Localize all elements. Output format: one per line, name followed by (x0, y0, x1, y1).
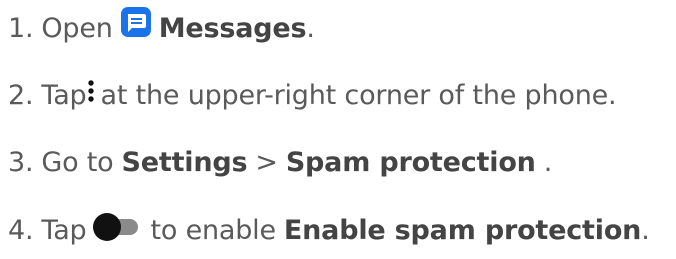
step-punctuation: . (543, 146, 553, 178)
step-number: 2. (8, 79, 34, 111)
path-separator: > (255, 146, 278, 178)
step-4: 4. Tap to enable Enable spam protection … (8, 206, 650, 254)
step-2: 2. Tap at the upper-right corner of the … (8, 71, 617, 119)
step-text: Go to (41, 146, 114, 178)
step-text-after: at the upper-right corner of the phone. (100, 79, 617, 111)
step-text: Open (41, 12, 113, 44)
step-punctuation: . (306, 12, 315, 44)
step-punctuation: . (641, 214, 650, 246)
step-text-middle: to enable (150, 214, 276, 246)
step-1: 1. Open Messages . (8, 4, 315, 52)
step-text: Tap (41, 214, 87, 246)
spam-protection-label: Spam protection (285, 146, 536, 178)
step-3: 3. Go to Settings > Spam protection . (8, 138, 552, 186)
more-options-icon (88, 77, 95, 105)
step-number: 1. (8, 12, 34, 44)
messages-app-icon (120, 7, 151, 37)
enable-spam-protection-label: Enable spam protection (283, 214, 642, 246)
step-number: 4. (8, 214, 34, 246)
step-number: 3. (8, 146, 34, 178)
messages-app-name: Messages (158, 12, 307, 44)
toggle-switch-icon (92, 212, 140, 242)
step-text: Tap (41, 79, 87, 111)
settings-label: Settings (121, 146, 248, 178)
